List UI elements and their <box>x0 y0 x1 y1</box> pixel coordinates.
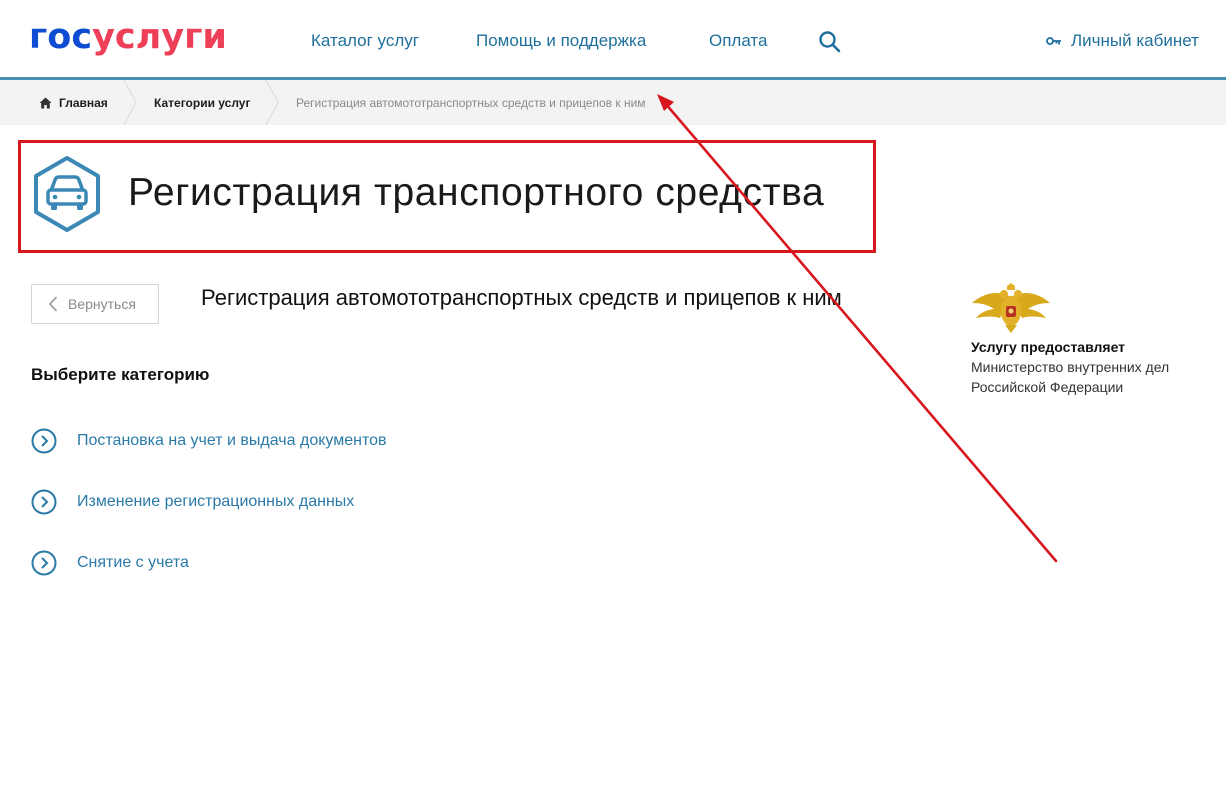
provider-label: Услугу предоставляет <box>971 339 1126 355</box>
cabinet-label: Личный кабинет <box>1071 31 1199 50</box>
personal-cabinet-link[interactable]: Личный кабинет <box>1046 30 1199 52</box>
category-item-label: Изменение регистрационных данных <box>77 493 355 510</box>
logo-part-uslugi: услуги <box>92 17 227 57</box>
breadcrumb-home[interactable]: Главная <box>39 80 108 125</box>
service-title: Регистрация автомототранспортных средств… <box>201 285 842 310</box>
car-icon <box>34 156 100 232</box>
nav-catalog[interactable]: Каталог услуг <box>311 30 419 52</box>
nav-payment[interactable]: Оплата <box>709 30 767 52</box>
key-icon <box>1046 37 1061 45</box>
breadcrumb-current: Регистрация автомототранспортных средств… <box>296 95 646 110</box>
gosuslugi-logo[interactable]: госуслуги <box>29 17 227 57</box>
nav-help[interactable]: Помощь и поддержка <box>476 30 646 52</box>
choose-category-heading: Выберите категорию <box>31 365 210 384</box>
double-headed-eagle-emblem-icon <box>972 283 1050 333</box>
category-item-registration[interactable]: Постановка на учет и выдача документов <box>31 426 387 456</box>
back-button[interactable]: Вернуться <box>31 284 159 324</box>
logo-part-gos: гос <box>29 17 93 57</box>
breadcrumb-home-label: Главная <box>59 95 108 110</box>
chevron-circle-right-icon <box>31 428 57 454</box>
back-button-label: Вернуться <box>68 296 136 312</box>
breadcrumb-separator <box>265 80 279 125</box>
category-item-deregistration[interactable]: Снятие с учета <box>31 548 189 578</box>
category-item-label: Постановка на учет и выдача документов <box>77 432 387 449</box>
search-button[interactable] <box>818 30 842 54</box>
breadcrumb-categories[interactable]: Категории услуг <box>154 80 250 125</box>
category-item-label: Снятие с учета <box>77 554 189 571</box>
page-title: Регистрация транспортного средства <box>128 171 825 214</box>
search-icon <box>819 31 841 53</box>
chevron-circle-right-icon <box>31 550 57 576</box>
category-item-change-data[interactable]: Изменение регистрационных данных <box>31 487 354 517</box>
home-icon <box>39 97 52 108</box>
provider-name-link[interactable]: Министерство внутренних дел Российской Ф… <box>971 357 1211 397</box>
breadcrumb-separator <box>123 80 137 125</box>
chevron-left-icon <box>48 296 58 312</box>
header: госуслуги Каталог услуг Помощь и поддерж… <box>0 0 1226 80</box>
breadcrumb: Главная Категории услуг Регистрация авто… <box>0 80 1226 125</box>
chevron-circle-right-icon <box>31 489 57 515</box>
